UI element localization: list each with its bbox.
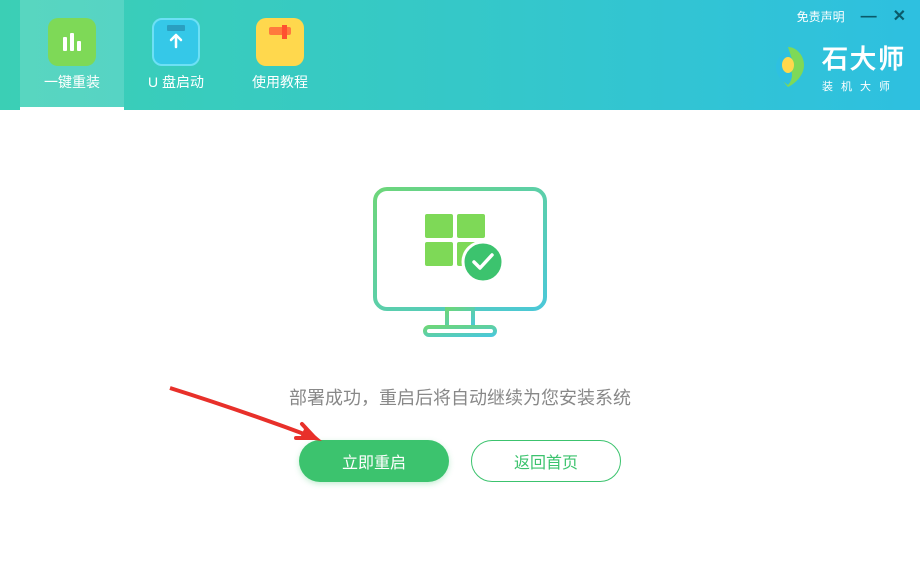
minimize-button[interactable]: — — [861, 9, 877, 25]
tab-usb-boot[interactable]: U 盘启动 — [124, 0, 228, 110]
success-message: 部署成功，重启后将自动继续为您安装系统 — [289, 384, 631, 410]
back-home-button[interactable]: 返回首页 — [471, 440, 621, 482]
app-header: 一键重装 U 盘启动 使用教程 — [0, 0, 920, 110]
brand-logo-icon — [764, 43, 812, 91]
tab-usb-boot-label: U 盘启动 — [148, 72, 204, 92]
nav-tabs: 一键重装 U 盘启动 使用教程 — [0, 0, 332, 110]
success-monitor-icon — [365, 184, 555, 354]
tab-tutorial-label: 使用教程 — [252, 72, 308, 92]
window-controls: 免责声明 — ✕ — [797, 8, 906, 25]
close-button[interactable]: ✕ — [893, 9, 906, 25]
brand-text: 石大师 装机大师 — [822, 39, 906, 94]
tab-reinstall[interactable]: 一键重装 — [20, 0, 124, 110]
usb-boot-icon — [152, 18, 200, 66]
tab-tutorial[interactable]: 使用教程 — [228, 0, 332, 110]
restart-now-button[interactable]: 立即重启 — [299, 440, 449, 482]
brand: 石大师 装机大师 — [764, 39, 906, 94]
tab-reinstall-label: 一键重装 — [44, 72, 100, 92]
tutorial-icon — [256, 18, 304, 66]
brand-title: 石大师 — [822, 39, 906, 76]
disclaimer-link[interactable]: 免责声明 — [797, 8, 845, 25]
brand-subtitle: 装机大师 — [822, 78, 898, 94]
action-buttons: 立即重启 返回首页 — [299, 440, 621, 482]
header-right: 免责声明 — ✕ 石大师 装机大师 — [750, 0, 920, 102]
main-content: 部署成功，重启后将自动继续为您安装系统 立即重启 返回首页 — [0, 110, 920, 482]
reinstall-icon — [48, 18, 96, 66]
